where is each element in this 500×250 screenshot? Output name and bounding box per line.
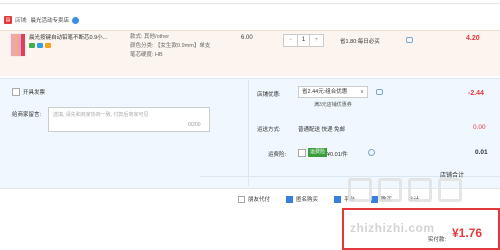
message-char-count: 0/200: [188, 122, 201, 128]
anonymous-checkbox[interactable]: [286, 195, 294, 203]
friend-pay-label: 朋友代付: [248, 197, 271, 203]
watermark-glyph: [378, 178, 402, 202]
shop-name-link[interactable]: 晨光活动专卖店: [31, 16, 70, 24]
product-sku: 款式: 其他/other 颜色分类: 【女生款0.9mm】单支 笔芯硬度: HB: [130, 33, 210, 60]
watermark-glyph: [348, 178, 372, 202]
watermark-text: zhizhizhi.com: [350, 221, 435, 235]
qty-minus-button[interactable]: −: [284, 35, 297, 46]
shop-icon: ▤: [4, 16, 12, 24]
badge-icon: [45, 43, 51, 48]
payment-label: 实付款:: [428, 237, 447, 243]
item-total: 4.20: [466, 35, 480, 42]
insurance-label: 运费险:: [268, 152, 287, 158]
product-title-link[interactable]: 晨光按键自动铅笔不断芯0.9小...: [29, 33, 127, 41]
delivery-fee: 0.00: [473, 124, 486, 131]
watermark-glyph: [408, 178, 432, 202]
coupon-select[interactable]: 省2.44元:组合优惠 ∨: [298, 86, 368, 98]
panel-divider: [248, 80, 249, 186]
insurance-price: ¥0.01/件: [327, 152, 348, 158]
chevron-down-icon: ∨: [359, 89, 364, 95]
invoice-checkbox[interactable]: [12, 88, 20, 96]
message-label: 给商家留言:: [12, 112, 42, 118]
anonymous-option[interactable]: 匿名购买: [286, 195, 318, 203]
promo-text: 省1.80:每日必买: [340, 39, 380, 45]
top-divider: [0, 0, 500, 4]
friend-pay-checkbox[interactable]: [238, 195, 245, 203]
anonymous-label: 匿名购买: [296, 197, 319, 203]
coupon-amount: -2.44: [468, 90, 484, 97]
sku-style: 款式: 其他/other: [130, 34, 170, 40]
unit-price: 6.00: [241, 35, 253, 41]
coupon-label: 店铺优惠:: [257, 92, 281, 98]
coupon-subtext: 满3元店铺优惠券: [314, 102, 352, 108]
delivery-method: 普通配送 快递 免邮: [298, 127, 346, 133]
service-badges: [29, 43, 51, 48]
insurance-tag: 运费险: [308, 148, 328, 157]
help-icon[interactable]: [368, 149, 375, 156]
quantity-stepper[interactable]: − 1 +: [283, 34, 324, 47]
product-thumbnail[interactable]: [10, 33, 26, 57]
shop-header: ▤ 店铺: 晨光活动专卖店: [4, 14, 80, 26]
delivery-label: 运送方式:: [257, 127, 281, 133]
coupon-selected-value: 省2.44元:组合优惠: [302, 89, 348, 95]
chat-icon[interactable]: [72, 16, 80, 24]
sku-color: 颜色分类: 【女生款0.9mm】单支: [130, 43, 211, 49]
invoice-label: 开具发票: [23, 90, 46, 96]
qty-input[interactable]: 1: [297, 35, 310, 46]
sku-lead: 笔芯硬度: HB: [130, 52, 163, 58]
friend-pay-option[interactable]: 朋友代付: [238, 195, 270, 203]
platform-checkbox[interactable]: [334, 195, 342, 203]
watermark-glyph: [438, 178, 462, 202]
insurance-checkbox[interactable]: [298, 149, 306, 157]
message-textarea[interactable]: 选填, 请先和商家协商一致, 付款后商家可见: [48, 107, 210, 132]
order-options-panel: [0, 78, 500, 188]
qty-plus-button[interactable]: +: [310, 35, 323, 46]
coupon-info-icon[interactable]: [376, 89, 383, 95]
invoice-option[interactable]: 开具发票: [12, 88, 45, 96]
payment-amount: ¥1.76: [452, 226, 483, 240]
promo-info-icon[interactable]: [406, 37, 413, 43]
badge-icon: [29, 43, 35, 48]
badge-icon: [37, 43, 43, 48]
shop-label: 店铺:: [15, 18, 28, 24]
insurance-amount: 0.01: [475, 149, 488, 156]
watermark-logo: [348, 178, 462, 202]
